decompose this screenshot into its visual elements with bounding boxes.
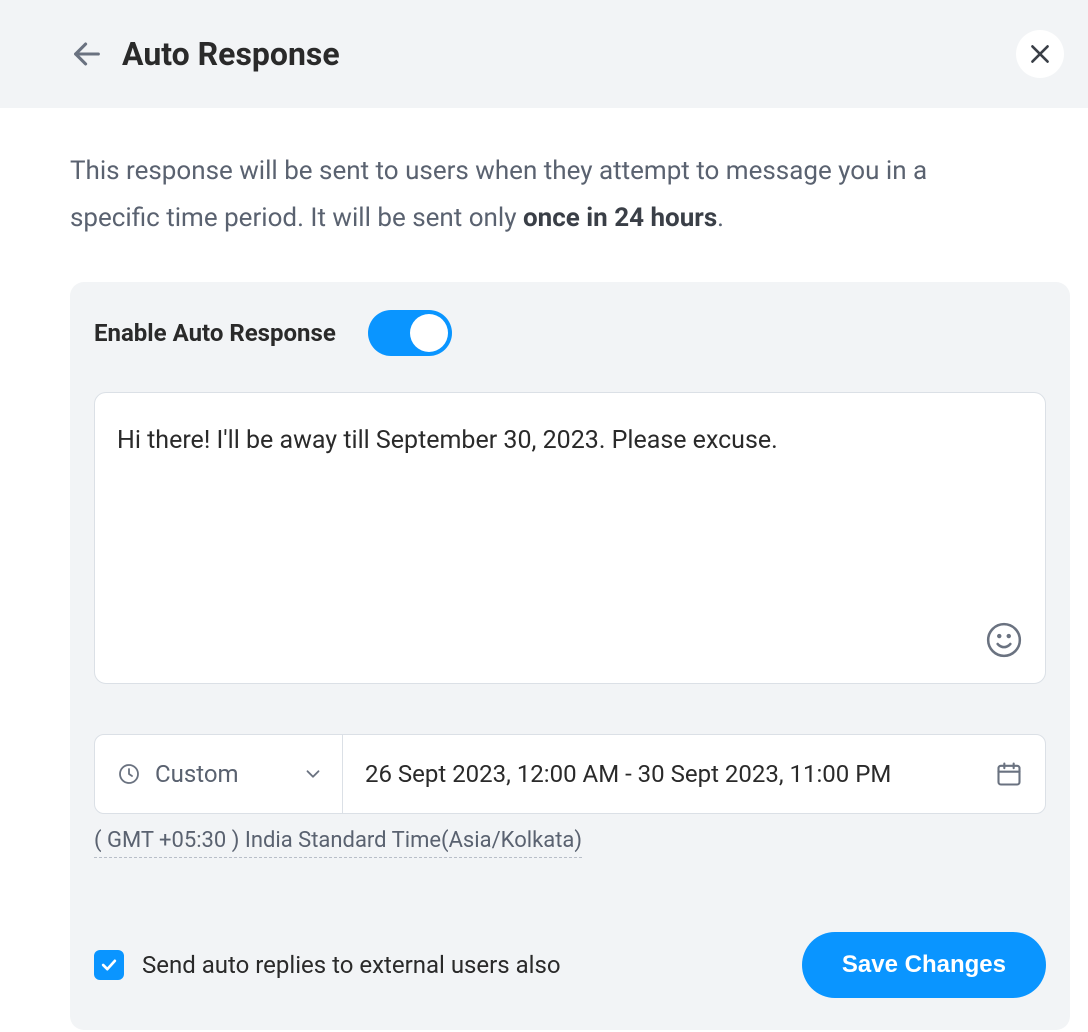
clock-icon xyxy=(117,762,141,786)
message-text: Hi there! I'll be away till September 30… xyxy=(117,423,1023,458)
enable-label: Enable Auto Response xyxy=(94,319,336,347)
emoji-icon xyxy=(985,621,1023,659)
auto-response-message-input[interactable]: Hi there! I'll be away till September 30… xyxy=(94,392,1046,684)
external-users-checkbox xyxy=(94,950,124,980)
timezone-link[interactable]: ( GMT +05:30 ) India Standard Time(Asia/… xyxy=(94,828,582,858)
header-bar: Auto Response xyxy=(0,0,1088,108)
schedule-range-text: 26 Sept 2023, 12:00 AM - 30 Sept 2023, 1… xyxy=(365,760,891,788)
save-changes-button[interactable]: Save Changes xyxy=(802,932,1046,998)
footer-row: Send auto replies to external users also… xyxy=(94,932,1046,998)
description-suffix: . xyxy=(717,203,724,233)
schedule-mode-left: Custom xyxy=(117,760,239,788)
chevron-down-icon xyxy=(302,763,324,785)
auto-response-card: Enable Auto Response Hi there! I'll be a… xyxy=(70,282,1070,1030)
header-left: Auto Response xyxy=(70,35,340,73)
description-prefix: This response will be sent to users when… xyxy=(70,156,927,233)
enable-row: Enable Auto Response xyxy=(94,310,1046,356)
external-users-checkbox-wrap[interactable]: Send auto replies to external users also xyxy=(94,950,561,980)
close-icon xyxy=(1027,41,1053,67)
toggle-knob xyxy=(410,314,448,352)
back-arrow-icon xyxy=(70,37,104,71)
schedule-row: Custom 26 Sept 2023, 12:00 AM - 30 Sept … xyxy=(94,734,1046,814)
schedule-range-picker[interactable]: 26 Sept 2023, 12:00 AM - 30 Sept 2023, 1… xyxy=(343,735,1045,813)
external-users-label: Send auto replies to external users also xyxy=(142,951,561,979)
description-text: This response will be sent to users when… xyxy=(70,148,990,242)
calendar-icon xyxy=(995,760,1023,788)
check-icon xyxy=(99,955,119,975)
content-area: This response will be sent to users when… xyxy=(0,108,1088,1030)
schedule-mode-label: Custom xyxy=(155,760,239,788)
enable-toggle[interactable] xyxy=(368,310,452,356)
back-button[interactable] xyxy=(70,37,104,71)
description-bold: once in 24 hours xyxy=(523,203,717,233)
page-title: Auto Response xyxy=(122,35,340,73)
close-button[interactable] xyxy=(1016,30,1064,78)
emoji-picker-button[interactable] xyxy=(985,621,1023,663)
schedule-mode-dropdown[interactable]: Custom xyxy=(95,735,343,813)
